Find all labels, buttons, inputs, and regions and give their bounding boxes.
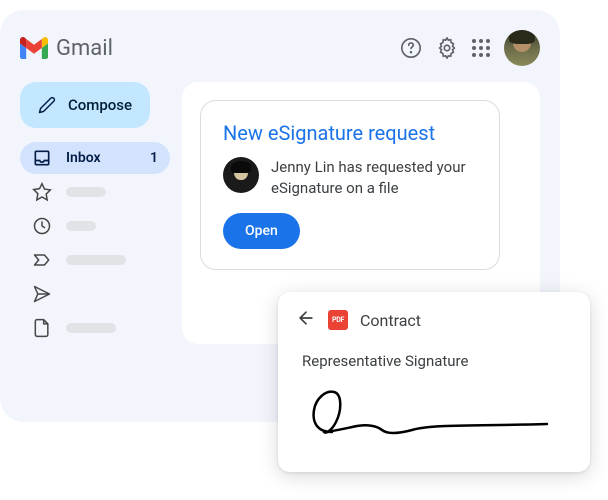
pencil-icon [38,96,56,114]
help-icon[interactable] [400,37,422,59]
contract-title: Contract [360,311,421,330]
esignature-message: Jenny Lin has requested your eSignature … [271,157,477,199]
gmail-logo-icon [20,37,48,59]
signature-drawing [302,384,572,444]
esignature-body: Jenny Lin has requested your eSignature … [223,157,477,199]
placeholder [66,187,106,197]
back-arrow-icon[interactable] [296,308,316,332]
important-icon [32,250,52,270]
header-right [400,30,540,66]
sidebar-item-starred[interactable] [20,176,170,208]
sidebar-item-important[interactable] [20,244,170,276]
esignature-title: New eSignature request [223,121,477,145]
settings-gear-icon[interactable] [436,37,458,59]
sidebar-item-sent[interactable] [20,278,170,310]
inbox-icon [32,148,52,168]
sidebar-item-drafts[interactable] [20,312,170,344]
signature-label: Representative Signature [302,352,572,370]
placeholder [66,323,116,333]
sidebar-item-inbox[interactable]: Inbox 1 [20,142,170,174]
esignature-card: New eSignature request Jenny Lin has req… [200,100,500,270]
sent-icon [32,284,52,304]
inbox-label: Inbox [66,150,136,166]
placeholder [66,221,96,231]
compose-button[interactable]: Compose [20,82,150,128]
sidebar: Compose Inbox 1 [20,82,170,344]
apps-grid-icon[interactable] [472,39,490,57]
inbox-count: 1 [150,150,158,166]
app-title: Gmail [56,36,113,61]
placeholder [66,255,126,265]
clock-icon [32,216,52,236]
user-avatar[interactable] [504,30,540,66]
header-left: Gmail [20,36,113,61]
sidebar-item-snoozed[interactable] [20,210,170,242]
star-icon [32,182,52,202]
header: Gmail [20,28,540,68]
contract-header: PDF Contract [296,308,572,332]
pdf-badge-icon: PDF [328,310,348,330]
open-button[interactable]: Open [223,213,300,249]
document-icon [32,318,52,338]
requester-avatar [223,157,259,193]
compose-label: Compose [68,96,132,114]
contract-card: PDF Contract Representative Signature [278,292,590,472]
